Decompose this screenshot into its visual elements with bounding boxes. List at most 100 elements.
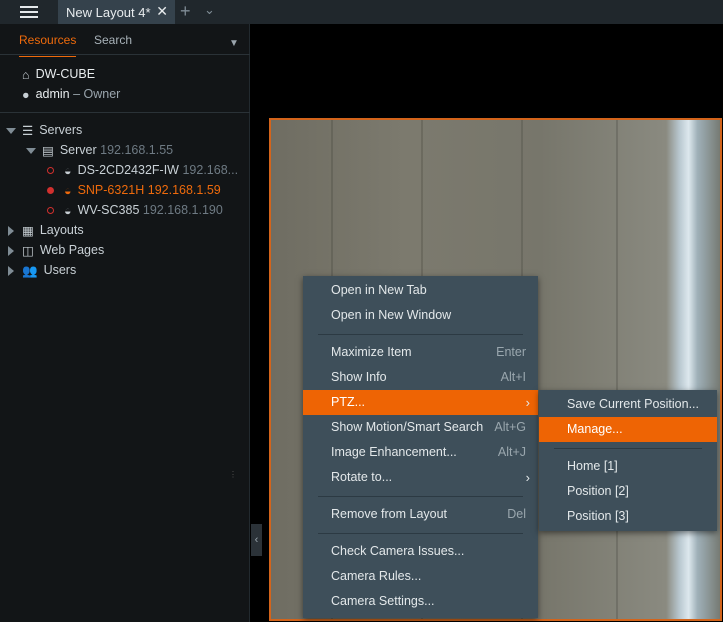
chevron-down-icon[interactable]: ⌄: [204, 2, 215, 18]
resources-panel: Resources Search ▼ ⌂ DW-CUBE ● admin – Own…: [0, 24, 250, 622]
camera-dome-icon: ◒: [64, 183, 72, 198]
menu-preset-3[interactable]: Position [3]: [539, 504, 717, 529]
menu-preset-home[interactable]: Home [1]: [539, 454, 717, 479]
camera-name: SNP-6321H: [77, 183, 145, 197]
context-menu: Open in New Tab Open in New Window Maxim…: [303, 276, 538, 618]
menu-maximize-item[interactable]: Maximize Item Enter: [303, 340, 538, 365]
expand-icon[interactable]: [6, 127, 16, 134]
camera-name: DS-2CD2432F-IW: [77, 163, 179, 177]
label: Show Info: [331, 370, 387, 384]
tab-label: New Layout 4*: [66, 5, 151, 20]
camera-ip: 192.168...: [182, 163, 239, 177]
shortcut: Alt+I: [500, 370, 526, 384]
servers-icon: ☰: [22, 123, 34, 138]
separator: [318, 533, 523, 534]
web-pages-label: Web Pages: [39, 243, 105, 257]
menu-save-current-position[interactable]: Save Current Position...: [539, 392, 717, 417]
menu-show-info[interactable]: Show Info Alt+I: [303, 365, 538, 390]
layouts-icon: ▦: [22, 223, 34, 238]
expand-icon[interactable]: [8, 265, 14, 276]
menu-preset-2[interactable]: Position [2]: [539, 479, 717, 504]
ptz-submenu: Save Current Position... Manage... Home …: [539, 390, 717, 531]
layouts-label: Layouts: [39, 223, 84, 237]
label: Save Current Position...: [567, 397, 700, 411]
user-icon: ●: [22, 87, 30, 102]
expand-icon[interactable]: [26, 147, 36, 154]
menu-remove-from-layout[interactable]: Remove from Layout Del: [303, 502, 538, 527]
chevron-right-icon: ›: [525, 470, 530, 485]
menu-show-motion-search[interactable]: Show Motion/Smart Search Alt+G: [303, 415, 538, 440]
camera-dome-icon: ◒: [64, 203, 72, 218]
tree-servers[interactable]: ☰ Servers: [6, 120, 82, 140]
menu-image-enhancement[interactable]: Image Enhancement... Alt+J: [303, 440, 538, 465]
label: Image Enhancement...: [331, 445, 457, 459]
user-item[interactable]: ● admin – Owner: [22, 84, 120, 104]
menu-ptz[interactable]: PTZ... ›: [303, 390, 538, 415]
users-label: Users: [43, 263, 77, 277]
main-menu-icon[interactable]: [20, 6, 38, 18]
menu-camera-settings[interactable]: Camera Settings...: [303, 589, 538, 614]
label: Camera Rules...: [331, 569, 422, 583]
collapse-panel-button[interactable]: ‹: [251, 524, 262, 556]
expand-icon[interactable]: [8, 245, 14, 256]
menu-open-new-tab[interactable]: Open in New Tab: [303, 278, 538, 303]
menu-open-new-window[interactable]: Open in New Window: [303, 303, 538, 328]
camera-ip: 192.168.1.59: [147, 183, 221, 197]
camera-name: WV-SC385: [77, 203, 140, 217]
separator: [554, 448, 702, 449]
shortcut: Del: [507, 507, 526, 521]
expand-icon[interactable]: [8, 225, 14, 236]
menu-rotate-to[interactable]: Rotate to... ›: [303, 465, 538, 490]
label: Open in New Tab: [331, 283, 427, 297]
user-role: – Owner: [73, 87, 121, 101]
camera-item-selected[interactable]: ◒ SNP-6321H 192.168.1.59: [47, 180, 221, 200]
camera-item[interactable]: ◒ WV-SC385 192.168.1.190: [47, 200, 223, 220]
separator: [318, 496, 523, 497]
label: Rotate to...: [331, 470, 393, 484]
menu-camera-rules[interactable]: Camera Rules...: [303, 564, 538, 589]
tree-users[interactable]: 👥 Users: [8, 260, 76, 280]
camera-ip: 192.168.1.190: [142, 203, 223, 217]
tree-layouts[interactable]: ▦ Layouts: [8, 220, 84, 240]
camera-dome-icon: ◒: [64, 163, 72, 178]
top-bar: New Layout 4* ✕ + ⌄: [0, 0, 723, 24]
status-offline-icon: [47, 167, 54, 175]
home-icon: ⌂: [22, 67, 30, 82]
add-tab-icon[interactable]: +: [180, 1, 191, 22]
tab-resources[interactable]: Resources: [19, 33, 77, 57]
chevron-right-icon: ›: [525, 395, 530, 410]
label: Manage...: [567, 422, 623, 436]
label: Show Motion/Smart Search: [331, 420, 484, 434]
user-name: admin: [35, 87, 70, 101]
separator: [318, 334, 523, 335]
label: Open in New Window: [331, 308, 452, 322]
label: Camera Settings...: [331, 594, 435, 608]
system-item[interactable]: ⌂ DW-CUBE: [22, 64, 95, 84]
system-name: DW-CUBE: [35, 67, 96, 81]
server-icon: ▤: [42, 143, 54, 158]
tab-new-layout-4[interactable]: New Layout 4* ✕: [58, 0, 175, 24]
close-tab-icon[interactable]: ✕: [156, 3, 168, 20]
tree-server[interactable]: ▤ Server 192.168.1.55: [26, 140, 173, 160]
label: Maximize Item: [331, 345, 412, 359]
camera-item[interactable]: ◒ DS-2CD2432F-IW 192.168...: [47, 160, 238, 180]
pin-icon[interactable]: ▼: [229, 38, 239, 49]
menu-check-camera-issues[interactable]: Check Camera Issues...: [303, 539, 538, 564]
tab-search[interactable]: Search: [94, 33, 132, 47]
label: Home [1]: [567, 459, 618, 473]
server-name: Server: [59, 143, 97, 157]
label: Position [2]: [567, 484, 629, 498]
label: Position [3]: [567, 509, 629, 523]
resize-grip-icon[interactable]: ⋮: [229, 470, 237, 479]
label: PTZ...: [331, 395, 366, 409]
shortcut: Alt+J: [497, 445, 526, 459]
tree-web-pages[interactable]: ◫ Web Pages: [8, 240, 104, 260]
status-offline-icon: [47, 207, 54, 215]
label: Check Camera Issues...: [331, 544, 465, 558]
label: Remove from Layout: [331, 507, 448, 521]
shortcut: Alt+G: [494, 420, 526, 434]
status-recording-icon: [47, 187, 54, 195]
users-icon: 👥: [22, 263, 38, 278]
menu-manage[interactable]: Manage...: [539, 417, 717, 442]
servers-label: Servers: [39, 123, 83, 137]
